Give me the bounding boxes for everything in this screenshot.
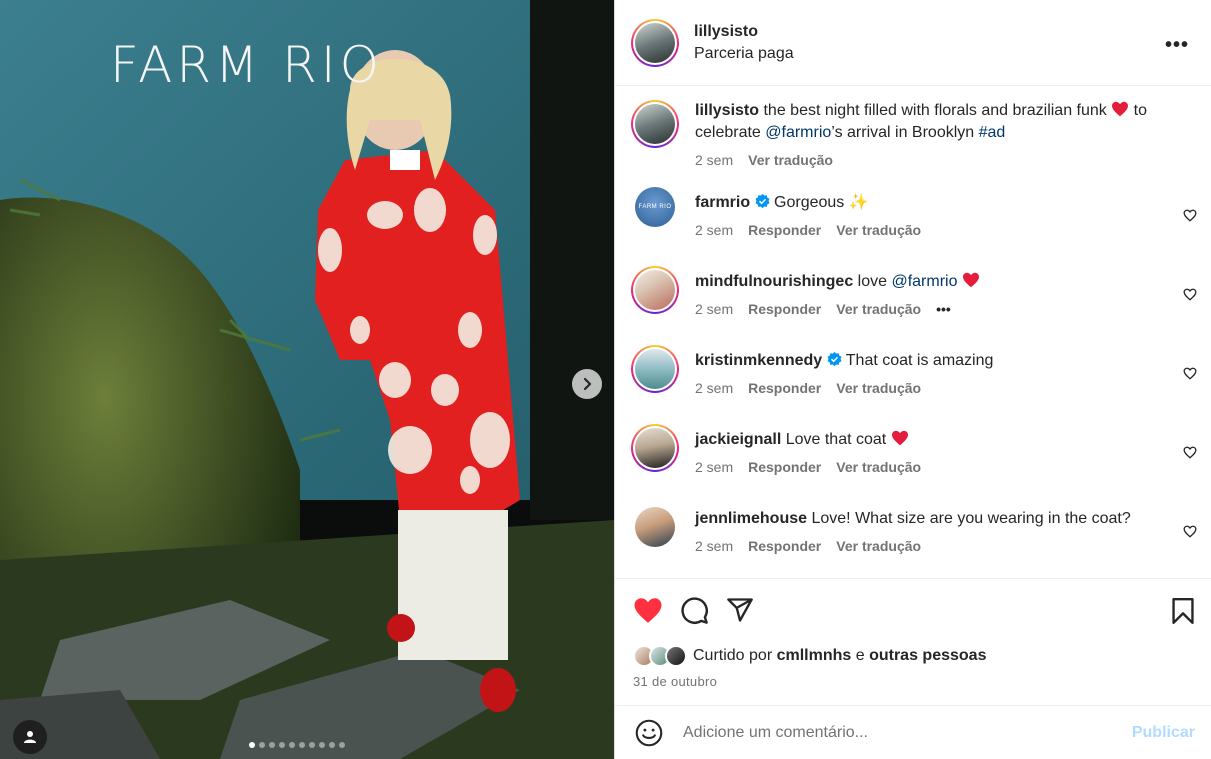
commenter-avatar[interactable]: FARM RIO: [635, 187, 675, 227]
red-heart-emoji-icon: [1111, 101, 1129, 119]
post-header: lillysisto Parceria paga •••: [615, 0, 1211, 86]
post-caption: lillysisto the best night filled with fl…: [615, 87, 1211, 187]
reply-button[interactable]: Responder: [748, 222, 821, 238]
likes-prefix: Curtido por: [693, 647, 777, 664]
likes-mid: e: [851, 647, 870, 664]
mention-link[interactable]: @farmrio: [765, 124, 831, 141]
comment-row: FARM RIO farmrio Gorgeous ✨ 2 sem Respon…: [615, 187, 1211, 266]
comment-text: Love! What size are you wearing in the c…: [811, 510, 1131, 527]
red-heart-emoji-icon: [891, 430, 909, 448]
caption-avatar[interactable]: [631, 100, 679, 148]
like-comment-heart-icon[interactable]: [1183, 446, 1197, 459]
comments-list[interactable]: lillysisto the best night filled with fl…: [615, 87, 1211, 578]
comment-row: jackieignall Love that coat 2 sem Respon…: [615, 424, 1211, 503]
carousel-dot: [259, 742, 265, 748]
carousel-dot: [279, 742, 285, 748]
carousel-dot: [269, 742, 275, 748]
carousel-indicator: [249, 742, 345, 748]
translate-link[interactable]: Ver tradução: [836, 380, 921, 396]
mention-link[interactable]: @farmrio: [891, 273, 957, 290]
carousel-next-button[interactable]: [572, 369, 602, 399]
translate-link[interactable]: Ver tradução: [836, 301, 921, 317]
liker-username[interactable]: cmllmnhs: [777, 647, 852, 664]
post-image: [0, 0, 614, 759]
comment-text: That coat is amazing: [845, 352, 994, 369]
post-actions: Curtido por cmllmnhs e outras pessoas 31…: [615, 578, 1211, 705]
comment-time[interactable]: 2 sem: [695, 222, 733, 238]
carousel-dot: [299, 742, 305, 748]
sparkles-emoji-icon: ✨: [848, 194, 869, 211]
likes-others-link[interactable]: outras pessoas: [869, 647, 986, 664]
chevron-right-icon: [583, 377, 592, 391]
commenter-avatar[interactable]: [631, 424, 679, 472]
carousel-dot: [319, 742, 325, 748]
caption-text: ’s arrival in Brooklyn: [831, 124, 979, 141]
comment-options-icon[interactable]: •••: [936, 301, 951, 317]
tagged-users-button[interactable]: [13, 720, 47, 754]
comment-text: love: [857, 273, 892, 290]
liker-avatars: [633, 645, 687, 667]
commenter-username[interactable]: jennlimehouse: [695, 510, 807, 527]
author-username[interactable]: lillysisto: [694, 23, 794, 41]
comment-time[interactable]: 2 sem: [695, 459, 733, 475]
comment-time[interactable]: 2 sem: [695, 538, 733, 554]
verified-badge-icon: [755, 194, 770, 209]
reply-button[interactable]: Responder: [748, 459, 821, 475]
hashtag-link[interactable]: #ad: [979, 124, 1006, 141]
carousel-dot: [249, 742, 255, 748]
comment-text: Love that coat: [785, 431, 887, 448]
save-bookmark-icon[interactable]: [1171, 598, 1195, 629]
post-details-panel: lillysisto Parceria paga ••• lillysisto …: [614, 0, 1211, 759]
translate-link[interactable]: Ver tradução: [748, 152, 833, 168]
reply-button[interactable]: Responder: [748, 380, 821, 396]
comment-row: kristinmkennedy That coat is amazing 2 s…: [615, 345, 1211, 424]
more-options-icon[interactable]: •••: [1165, 34, 1189, 57]
post-date[interactable]: 31 de outubro: [615, 674, 1211, 689]
reply-button[interactable]: Responder: [748, 301, 821, 317]
emoji-icon[interactable]: [635, 719, 663, 747]
commenter-username[interactable]: mindfulnourishingec: [695, 273, 853, 290]
commenter-username[interactable]: farmrio: [695, 194, 750, 211]
verified-badge-icon: [827, 352, 842, 367]
commenter-username[interactable]: jackieignall: [695, 431, 781, 448]
red-heart-emoji-icon: [962, 272, 980, 290]
comment-row: jennlimehouse Love! What size are you we…: [615, 503, 1211, 578]
commenter-avatar[interactable]: [635, 507, 675, 547]
commenter-avatar[interactable]: [631, 345, 679, 393]
share-send-icon[interactable]: [726, 596, 754, 624]
caption-time[interactable]: 2 sem: [695, 152, 733, 168]
comment-row: mindfulnourishingec love @farmrio 2 sem …: [615, 266, 1211, 345]
carousel-dot: [289, 742, 295, 748]
carousel-dot: [309, 742, 315, 748]
user-icon: [24, 731, 36, 743]
translate-link[interactable]: Ver tradução: [836, 538, 921, 554]
commenter-avatar[interactable]: [631, 266, 679, 314]
comment-time[interactable]: 2 sem: [695, 380, 733, 396]
like-heart-icon[interactable]: [633, 597, 663, 624]
like-comment-heart-icon[interactable]: [1183, 288, 1197, 301]
paid-partnership-label[interactable]: Parceria paga: [694, 45, 794, 63]
carousel-dot: [329, 742, 335, 748]
brand-sign: FARM RIO: [110, 36, 383, 94]
caption-username[interactable]: lillysisto: [695, 102, 759, 119]
like-comment-heart-icon[interactable]: [1183, 209, 1197, 222]
author-avatar[interactable]: [631, 18, 679, 67]
publish-button[interactable]: Publicar: [1132, 724, 1195, 742]
caption-text: the best night filled with florals and b…: [759, 102, 1112, 119]
carousel-dot: [339, 742, 345, 748]
reply-button[interactable]: Responder: [748, 538, 821, 554]
translate-link[interactable]: Ver tradução: [836, 459, 921, 475]
comment-text: Gorgeous: [774, 194, 845, 211]
likes-summary[interactable]: Curtido por cmllmnhs e outras pessoas: [615, 641, 1211, 671]
post-photo[interactable]: FARM RIO: [0, 0, 614, 759]
commenter-username[interactable]: kristinmkennedy: [695, 352, 822, 369]
translate-link[interactable]: Ver tradução: [836, 222, 921, 238]
like-comment-heart-icon[interactable]: [1183, 525, 1197, 538]
comment-bubble-icon[interactable]: [680, 596, 709, 625]
comment-input[interactable]: [683, 723, 1132, 742]
comment-time[interactable]: 2 sem: [695, 301, 733, 317]
like-comment-heart-icon[interactable]: [1183, 367, 1197, 380]
add-comment-bar: Publicar: [615, 705, 1211, 759]
